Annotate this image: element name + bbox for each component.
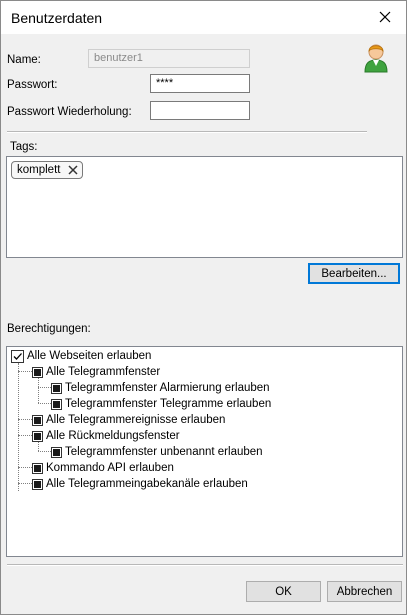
password-field[interactable]: ****	[150, 74, 250, 93]
tree-line	[18, 371, 32, 372]
separator	[7, 131, 367, 133]
password-repeat-label: Passwort Wiederholung:	[7, 106, 132, 118]
tree-item-label: Telegrammfenster unbenannt erlauben	[65, 446, 263, 458]
password-label: Passwort:	[7, 79, 58, 91]
tree-line	[18, 363, 19, 491]
checkmark-icon	[13, 352, 22, 360]
tree-item-label: Alle Telegrammfenster	[46, 366, 161, 378]
checkbox-partial[interactable]	[32, 366, 43, 378]
name-field[interactable]: benutzer1	[88, 49, 250, 68]
tree-item-label: Alle Webseiten erlauben	[27, 350, 152, 362]
checkbox-checked[interactable]	[11, 349, 24, 363]
tags-box[interactable]: komplett	[6, 156, 403, 258]
edit-button[interactable]: Bearbeiten...	[308, 263, 400, 284]
tree-item[interactable]: Alle Rückmeldungsfenster	[32, 428, 180, 444]
tree-item-label: Alle Telegrammeingabekanäle erlauben	[46, 478, 248, 490]
tree-line	[18, 435, 32, 436]
tree-item-label: Telegrammfenster Telegramme erlauben	[65, 398, 272, 410]
checkbox-partial[interactable]	[32, 430, 43, 442]
window-title: Benutzerdaten	[11, 10, 103, 26]
tree-item-label: Kommando API erlauben	[46, 462, 174, 474]
checkbox-partial[interactable]	[32, 478, 43, 490]
permissions-label: Berechtigungen:	[7, 323, 91, 335]
tree-item-label: Alle Rückmeldungsfenster	[46, 430, 180, 442]
x-icon[interactable]	[68, 165, 78, 175]
tree-item[interactable]: Telegrammfenster Telegramme erlauben	[51, 396, 271, 412]
close-icon	[379, 11, 391, 23]
tree-item-root[interactable]: Alle Webseiten erlauben	[11, 348, 151, 364]
checkbox-partial[interactable]	[32, 414, 43, 426]
tree-item-label: Telegrammfenster Alarmierung erlauben	[65, 382, 270, 394]
separator	[7, 564, 403, 566]
tree-line	[18, 467, 32, 468]
tag-label: komplett	[17, 164, 61, 176]
tree-line	[38, 387, 51, 388]
checkbox-partial[interactable]	[51, 446, 62, 458]
ok-button[interactable]: OK	[246, 581, 321, 602]
tree-item-label: Alle Telegrammereignisse erlauben	[46, 414, 226, 426]
tree-line	[18, 483, 32, 484]
close-button[interactable]	[364, 1, 406, 34]
tree-item[interactable]: Alle Telegrammeingabekanäle erlauben	[32, 476, 248, 492]
tree-line	[38, 377, 39, 403]
tags-label: Tags:	[10, 141, 38, 153]
tree-line	[38, 403, 51, 404]
tree-line	[38, 451, 51, 452]
tree-line	[18, 419, 32, 420]
tree-item[interactable]: Alle Telegrammereignisse erlauben	[32, 412, 225, 428]
tag-chip[interactable]: komplett	[11, 161, 84, 179]
tree-item[interactable]: Telegrammfenster unbenannt erlauben	[51, 444, 263, 460]
password-repeat-field[interactable]	[150, 101, 250, 120]
checkbox-partial[interactable]	[51, 398, 62, 410]
checkbox-partial[interactable]	[51, 382, 62, 394]
tree-item[interactable]: Kommando API erlauben	[32, 460, 174, 476]
cancel-button[interactable]: Abbrechen	[327, 581, 402, 602]
dialog-window: Benutzerdaten Name: benutzer1 Passwort: …	[0, 0, 407, 615]
checkbox-partial[interactable]	[32, 462, 43, 474]
name-label: Name:	[7, 54, 41, 66]
tree-item[interactable]: Alle Telegrammfenster	[32, 364, 160, 380]
title-bar: Benutzerdaten	[1, 1, 406, 34]
permissions-tree[interactable]: Alle Webseiten erlauben Alle Telegrammfe…	[6, 346, 403, 557]
tree-item[interactable]: Telegrammfenster Alarmierung erlauben	[51, 380, 270, 396]
user-icon	[364, 44, 388, 73]
